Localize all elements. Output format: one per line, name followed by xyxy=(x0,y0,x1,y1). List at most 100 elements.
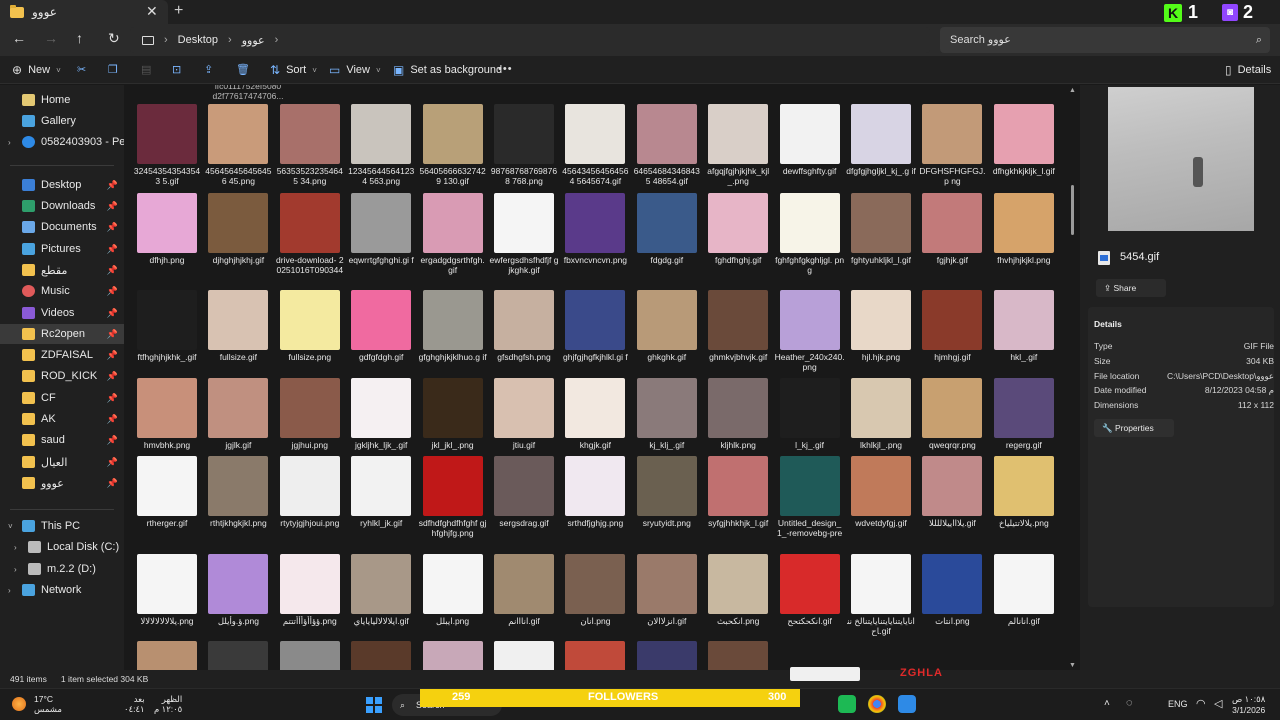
file-item[interactable]: qweqrqr.png xyxy=(917,378,987,460)
sidebar-item-this-pc[interactable]: ˅ This PC xyxy=(0,516,124,536)
close-tab-icon[interactable]: ✕ xyxy=(146,3,158,20)
file-item[interactable]: يلاااييلاللللا.gif xyxy=(917,456,987,538)
file-item[interactable]: 123456445641234 563.png xyxy=(346,104,416,186)
file-item[interactable]: dfhgkhkjkljk_l.gif xyxy=(989,104,1059,186)
file-item[interactable]: ؤؤأأؤأأأتتتم.png xyxy=(275,554,345,636)
file-item[interactable]: eqwrrtgfghghi.gi f xyxy=(346,193,416,275)
sidebar-item-home[interactable]: Home xyxy=(0,90,124,110)
file-item[interactable]: 563535232354645 34.png xyxy=(275,104,345,186)
file-item[interactable]: انااانم.gif xyxy=(489,554,559,636)
sidebar-item-local-disk-c[interactable]: › Local Disk (C:) xyxy=(0,537,124,557)
sidebar-item-ak[interactable]: AK 📌 xyxy=(0,409,124,429)
file-item[interactable]: gdfgfdgh.gif xyxy=(346,290,416,372)
sort-button[interactable]: ⇅ Sort ˅ xyxy=(270,63,317,77)
file-item[interactable]: hmvbhk.png xyxy=(132,378,202,460)
file-item[interactable]: kj_klj_.gif xyxy=(632,378,702,460)
file-item[interactable]: lkhlkjl_.png xyxy=(846,378,916,460)
file-item[interactable]: ftfhghjhjkhk_.gif xyxy=(132,290,202,372)
file-item[interactable]: ewfergsdhsfhdfjf gjkghk.gif xyxy=(489,193,559,275)
file-item[interactable]: rtytyjgjhjoui.png xyxy=(275,456,345,538)
back-icon[interactable]: ← xyxy=(12,30,26,46)
file-item[interactable] xyxy=(346,641,416,670)
file-item[interactable]: jkl_jkl_.png xyxy=(418,378,488,460)
chevron-up-icon[interactable]: ˄ xyxy=(1104,698,1110,709)
search-input[interactable]: Search عووو ⌕ xyxy=(940,27,1270,53)
file-item[interactable]: afgqjfgjhjkjhk_kjl _.png xyxy=(703,104,773,186)
chevron-down-icon[interactable]: ˅ xyxy=(8,522,13,531)
set-as-background-button[interactable]: ▣ Set as background xyxy=(393,63,502,77)
file-item[interactable]: انان.png xyxy=(560,554,630,636)
sidebar-item-[interactable]: مقطع 📌 xyxy=(0,260,124,280)
file-item[interactable]: fhvhjhjkjkl.png xyxy=(989,193,1059,275)
file-item[interactable]: jgjhui.png xyxy=(275,378,345,460)
scroll-down-icon[interactable]: ▼ xyxy=(1069,662,1076,669)
forward-icon[interactable]: → xyxy=(44,30,58,46)
sidebar-item-m-2-2-d[interactable]: › m.2.2 (D:) xyxy=(0,559,124,579)
file-item[interactable]: srthdfjghjg.png xyxy=(560,456,630,538)
breadcrumb-current[interactable]: عووو xyxy=(242,34,265,47)
file-item[interactable]: ghmkvjbhvjk.gif xyxy=(703,290,773,372)
breadcrumb[interactable]: › Desktop › عووو › xyxy=(130,27,930,53)
file-item[interactable] xyxy=(560,641,630,670)
file-item[interactable]: ryhlkl_jk.gif xyxy=(346,456,416,538)
sidebar-item-[interactable]: العيال 📌 xyxy=(0,452,124,472)
app-icon-blue[interactable] xyxy=(898,695,916,713)
file-item[interactable]: 987687687698768 768.png xyxy=(489,104,559,186)
file-item[interactable]: انتات.png xyxy=(917,554,987,636)
file-item[interactable]: ergadgdgsrthfgh. gif xyxy=(418,193,488,275)
file-item[interactable]: DFGHSFHGFGJ.p ng xyxy=(917,104,987,186)
file-item[interactable]: Untitled_design_ 1_-removebg-pre view (1… xyxy=(775,456,845,538)
sidebar-item-downloads[interactable]: Downloads 📌 xyxy=(0,196,124,216)
sidebar-item-cf[interactable]: CF 📌 xyxy=(0,388,124,408)
file-item[interactable]: ghjfgjhgfkjhlkl.gi f xyxy=(560,290,630,372)
file-item[interactable]: ghkghk.gif xyxy=(632,290,702,372)
file-item[interactable]: انانالم.gif xyxy=(989,554,1059,636)
share-button[interactable]: ⇪ Share xyxy=(1096,279,1166,297)
file-item[interactable]: dewffsghfty.gif xyxy=(775,104,845,186)
file-item[interactable] xyxy=(203,641,273,670)
file-item[interactable]: gfghghjkjklhuo.g if xyxy=(418,290,488,372)
chevron-right-icon[interactable]: › xyxy=(14,543,17,552)
sidebar-item-0582403903-personal[interactable]: › 0582403903 - Personal xyxy=(0,132,124,152)
more-icon[interactable]: ••• xyxy=(498,63,513,75)
file-item[interactable]: fdgdg.gif xyxy=(632,193,702,275)
file-item[interactable]: fghfghfgkghljgl. png xyxy=(775,193,845,275)
details-button[interactable]: ▯ Details xyxy=(1225,63,1271,77)
sidebar-item-network[interactable]: › Network xyxy=(0,580,124,600)
file-item[interactable]: Heather_240x240. png xyxy=(775,290,845,372)
file-item[interactable]: يلالاتتيلياخ.png xyxy=(989,456,1059,538)
file-item[interactable]: jtiu.gif xyxy=(489,378,559,460)
file-item[interactable]: khgjk.gif xyxy=(560,378,630,460)
chevron-right-icon[interactable]: › xyxy=(8,138,11,147)
delete-icon[interactable]: 🗑 xyxy=(236,63,250,76)
new-tab-icon[interactable]: + xyxy=(174,2,183,20)
file-item[interactable]: 324543543543543 5.gif xyxy=(132,104,202,186)
file-item[interactable]: ايبلل.png xyxy=(418,554,488,636)
file-item[interactable]: fullsize.gif xyxy=(203,290,273,372)
file-item[interactable]: hjl.hjk.png xyxy=(846,290,916,372)
wifi-icon[interactable]: ◠ xyxy=(1196,697,1206,710)
file-item[interactable]: sryutyidt.png xyxy=(632,456,702,538)
tab-current[interactable]: عووو ✕ xyxy=(0,0,168,24)
file-item[interactable]: jgkljhk_ljk_.gif xyxy=(346,378,416,460)
sidebar-item-desktop[interactable]: Desktop 📌 xyxy=(0,175,124,195)
refresh-icon[interactable]: ↻ xyxy=(108,30,120,47)
clock[interactable]: ١٠:٥٨ ص 3/1/2026 xyxy=(1232,694,1265,716)
language-indicator[interactable]: ENG xyxy=(1168,699,1188,709)
file-item[interactable] xyxy=(703,641,773,670)
sidebar-item-music[interactable]: Music 📌 xyxy=(0,281,124,301)
chrome-icon[interactable] xyxy=(868,695,886,713)
up-icon[interactable]: ↑ xyxy=(76,30,83,46)
sidebar-item-documents[interactable]: Documents 📌 xyxy=(0,217,124,237)
file-item[interactable]: kljhlk.png xyxy=(703,378,773,460)
file-item[interactable] xyxy=(489,641,559,670)
scrollbar[interactable] xyxy=(1071,185,1074,235)
sidebar-item-[interactable]: عووو 📌 xyxy=(0,473,124,493)
sidebar-item-zdfaisal[interactable]: ZDFAISAL 📌 xyxy=(0,345,124,365)
file-item[interactable]: jgjlk.gif xyxy=(203,378,273,460)
properties-button[interactable]: 🔧 Properties xyxy=(1094,419,1174,437)
file-item[interactable]: يلالالالالالالا.png xyxy=(132,554,202,636)
file-item[interactable]: sergsdrag.gif xyxy=(489,456,559,538)
rename-icon[interactable]: ⊡ xyxy=(172,63,181,76)
scroll-up-icon[interactable]: ▲ xyxy=(1069,87,1076,94)
